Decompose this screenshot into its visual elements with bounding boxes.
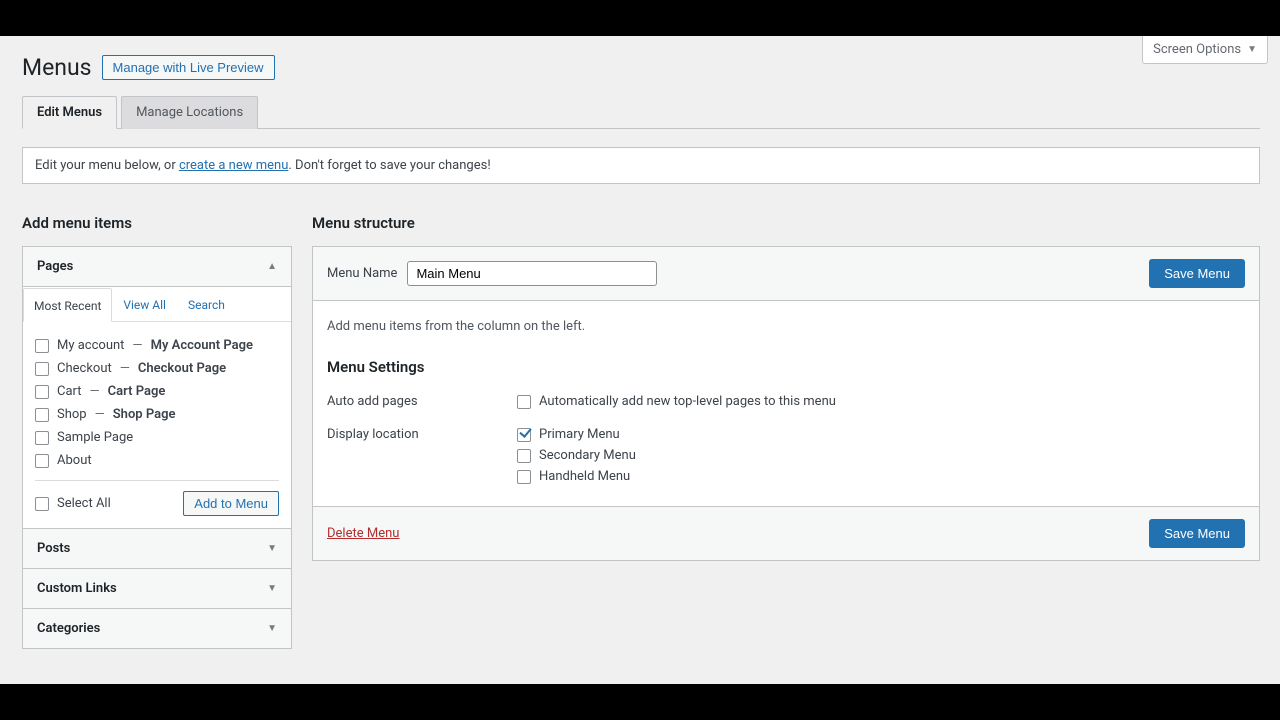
page-checkbox[interactable] bbox=[35, 339, 49, 353]
page-suffix: My Account Page bbox=[151, 338, 253, 353]
accordion-pages-label: Pages bbox=[37, 259, 73, 274]
handheld-menu-text: Handheld Menu bbox=[539, 469, 630, 484]
display-location-label: Display location bbox=[327, 427, 517, 490]
accordion-pages-header[interactable]: Pages ▲ bbox=[23, 247, 291, 286]
info-notice: Edit your menu below, or create a new me… bbox=[22, 147, 1260, 184]
page-suffix: Checkout Page bbox=[138, 361, 226, 376]
page-checkbox[interactable] bbox=[35, 408, 49, 422]
page-checkbox[interactable] bbox=[35, 385, 49, 399]
add-to-menu-button[interactable]: Add to Menu bbox=[183, 491, 279, 516]
notice-text-before: Edit your menu below, or bbox=[35, 158, 179, 173]
page-item: Cart — Cart Page bbox=[35, 380, 279, 403]
subtab-most-recent[interactable]: Most Recent bbox=[23, 288, 112, 322]
auto-add-option[interactable]: Automatically add new top-level pages to… bbox=[517, 394, 836, 409]
page-suffix: Cart Page bbox=[108, 384, 166, 399]
auto-add-checkbox[interactable] bbox=[517, 395, 531, 409]
page-title-text: Cart bbox=[57, 384, 82, 399]
select-all-label: Select All bbox=[57, 496, 111, 511]
page-title-text: Sample Page bbox=[57, 430, 133, 445]
save-menu-button-bottom[interactable]: Save Menu bbox=[1149, 519, 1245, 548]
handheld-menu-checkbox[interactable] bbox=[517, 470, 531, 484]
accordion-categories-label: Categories bbox=[37, 621, 100, 636]
primary-menu-text: Primary Menu bbox=[539, 427, 620, 442]
secondary-menu-checkbox[interactable] bbox=[517, 449, 531, 463]
page-item: Sample Page bbox=[35, 426, 279, 449]
accordion-posts-header[interactable]: Posts ▼ bbox=[23, 528, 291, 568]
menu-name-label: Menu Name bbox=[327, 266, 397, 281]
caret-down-icon: ▼ bbox=[267, 543, 277, 554]
page-title-text: My account bbox=[57, 338, 124, 353]
menu-name-input[interactable] bbox=[407, 261, 657, 286]
menu-structure-heading: Menu structure bbox=[312, 214, 1260, 232]
tab-edit-menus[interactable]: Edit Menus bbox=[22, 96, 117, 129]
secondary-menu-text: Secondary Menu bbox=[539, 448, 636, 463]
menu-body-hint: Add menu items from the column on the le… bbox=[313, 301, 1259, 358]
accordion-posts-label: Posts bbox=[37, 541, 70, 556]
location-secondary-option[interactable]: Secondary Menu bbox=[517, 448, 636, 463]
auto-add-text: Automatically add new top-level pages to… bbox=[539, 394, 836, 409]
auto-add-label: Auto add pages bbox=[327, 394, 517, 415]
screen-options-label: Screen Options bbox=[1153, 42, 1241, 57]
menu-settings-heading: Menu Settings bbox=[327, 358, 1245, 376]
manage-live-preview-button[interactable]: Manage with Live Preview bbox=[102, 55, 275, 80]
caret-down-icon: ▼ bbox=[267, 623, 277, 634]
tab-manage-locations[interactable]: Manage Locations bbox=[121, 96, 258, 129]
page-checkbox[interactable] bbox=[35, 362, 49, 376]
page-item: Checkout — Checkout Page bbox=[35, 357, 279, 380]
page-item: About bbox=[35, 449, 279, 472]
tabs: Edit Menus Manage Locations bbox=[22, 95, 1260, 129]
page-item: My account — My Account Page bbox=[35, 334, 279, 357]
page-suffix: Shop Page bbox=[113, 407, 176, 422]
save-menu-button-top[interactable]: Save Menu bbox=[1149, 259, 1245, 288]
location-handheld-option[interactable]: Handheld Menu bbox=[517, 469, 636, 484]
page-title-text: About bbox=[57, 453, 92, 468]
subtab-search[interactable]: Search bbox=[177, 287, 236, 321]
add-menu-items-heading: Add menu items bbox=[22, 214, 292, 232]
subtab-view-all[interactable]: View All bbox=[112, 287, 177, 321]
page-title-text: Checkout bbox=[57, 361, 112, 376]
caret-up-icon: ▲ bbox=[267, 261, 277, 272]
page-checkbox[interactable] bbox=[35, 431, 49, 445]
top-black-bar bbox=[0, 0, 1280, 36]
accordion-categories-header[interactable]: Categories ▼ bbox=[23, 608, 291, 648]
notice-text-after: . Don't forget to save your changes! bbox=[288, 158, 490, 173]
page-title: Menus bbox=[22, 54, 92, 81]
accordion-custom-links-label: Custom Links bbox=[37, 581, 117, 596]
primary-menu-checkbox[interactable] bbox=[517, 428, 531, 442]
caret-down-icon: ▼ bbox=[267, 583, 277, 594]
page-title-text: Shop bbox=[57, 407, 87, 422]
screen-options-toggle[interactable]: Screen Options ▼ bbox=[1142, 36, 1268, 64]
delete-menu-link[interactable]: Delete Menu bbox=[327, 526, 399, 541]
page-checkbox[interactable] bbox=[35, 454, 49, 468]
page-item: Shop — Shop Page bbox=[35, 403, 279, 426]
create-new-menu-link[interactable]: create a new menu bbox=[179, 158, 288, 173]
select-all-checkbox[interactable] bbox=[35, 497, 49, 511]
caret-down-icon: ▼ bbox=[1247, 44, 1257, 55]
location-primary-option[interactable]: Primary Menu bbox=[517, 427, 636, 442]
accordion-custom-links-header[interactable]: Custom Links ▼ bbox=[23, 568, 291, 608]
